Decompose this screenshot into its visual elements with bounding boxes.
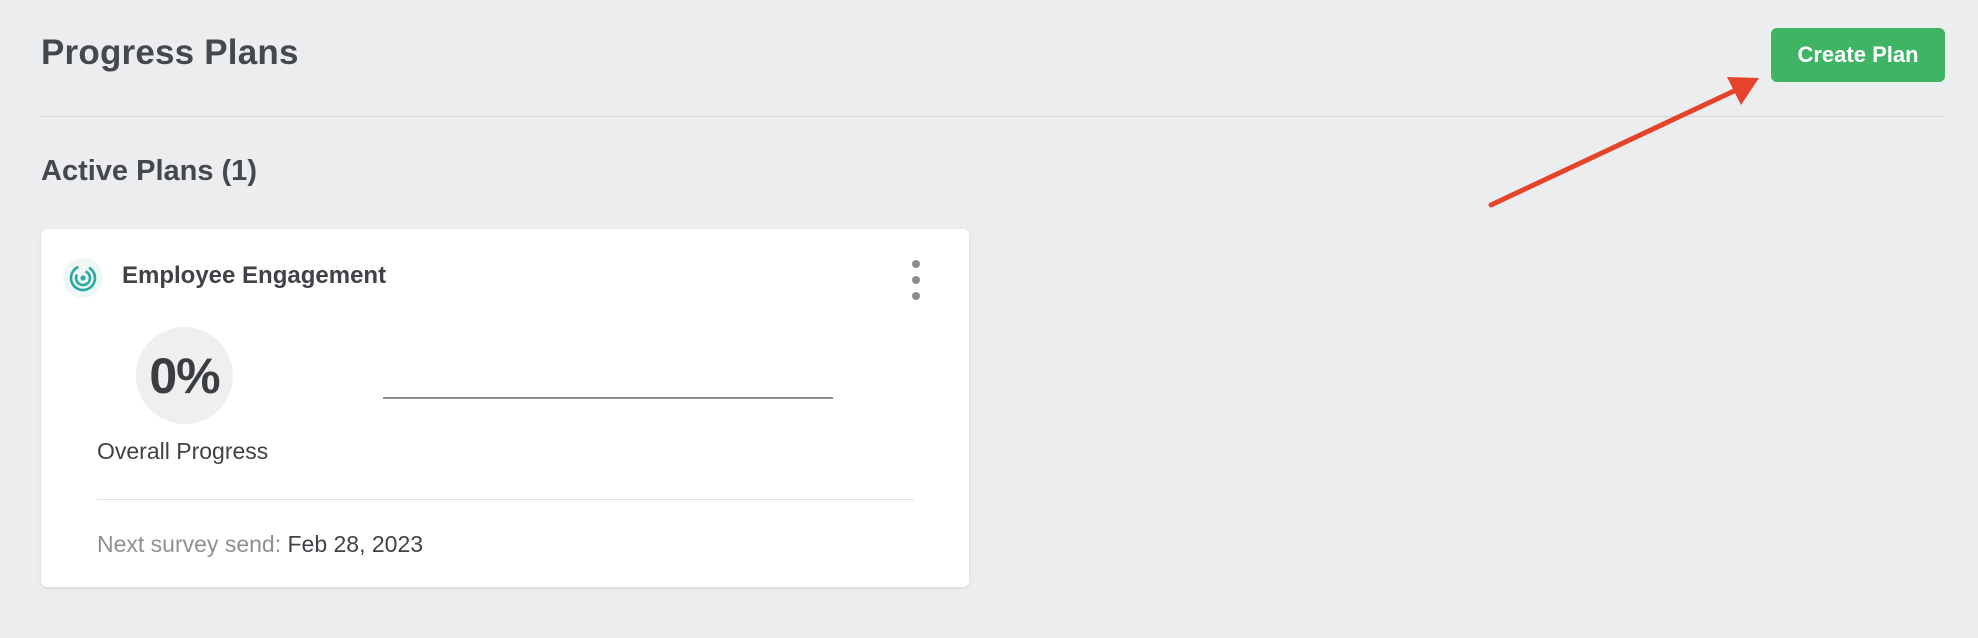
overall-progress-label: Overall Progress [97, 438, 269, 464]
plan-card[interactable]: Employee Engagement 0% Overall Progress … [41, 229, 969, 587]
kebab-dot [912, 276, 920, 284]
header-divider [41, 116, 1945, 117]
plan-name[interactable]: Employee Engagement [122, 262, 386, 290]
next-survey-date: Feb 28, 2023 [287, 531, 424, 557]
next-survey-label: Next survey send: [97, 531, 282, 557]
next-survey-info: Next survey send: Feb 28, 2023 [97, 531, 423, 558]
active-plans-heading: Active Plans (1) [41, 155, 257, 187]
create-plan-button[interactable]: Create Plan [1771, 28, 1945, 82]
overall-progress-value: 0% [136, 327, 233, 424]
target-ring-icon [63, 258, 103, 298]
progress-trend-line [383, 397, 833, 399]
kebab-dot [912, 260, 920, 268]
card-divider [97, 499, 914, 500]
kebab-dot [912, 292, 920, 300]
more-options-icon[interactable] [905, 260, 927, 300]
page-title: Progress Plans [41, 33, 299, 72]
